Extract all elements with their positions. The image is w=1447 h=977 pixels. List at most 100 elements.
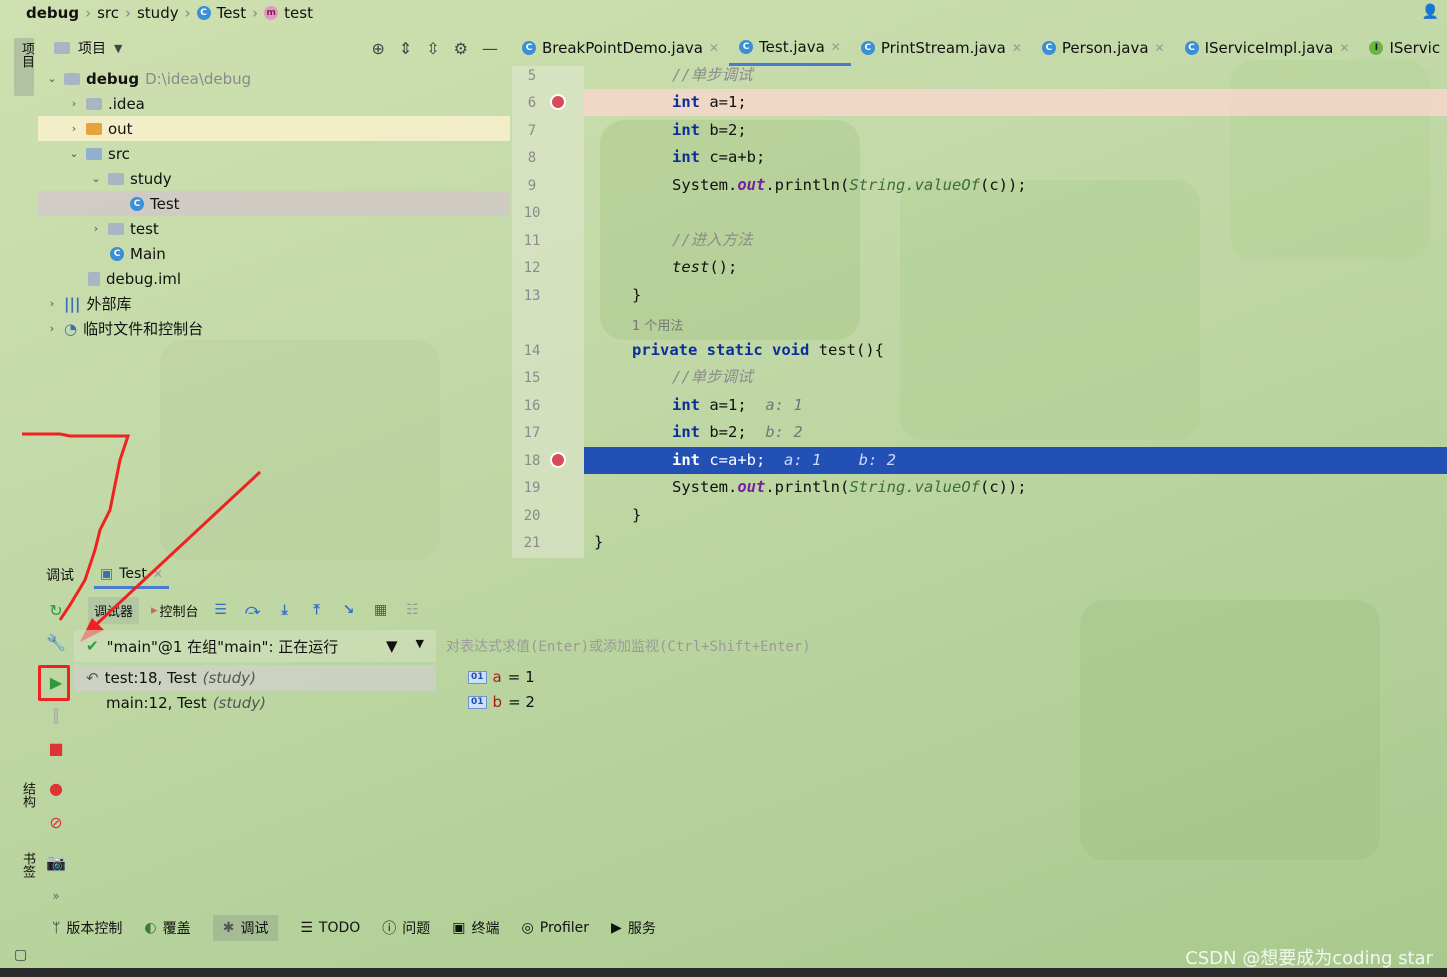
step-out-icon[interactable]: ⤒	[307, 600, 327, 620]
filter-icon[interactable]: ▼	[386, 637, 398, 655]
close-icon[interactable]: ✕	[1339, 41, 1349, 55]
gear-icon[interactable]: ⚙	[454, 39, 468, 58]
chevron-down-icon[interactable]: ▼	[416, 637, 424, 655]
collapse-all-icon[interactable]: ⇳	[426, 39, 439, 58]
breadcrumb-project[interactable]: debug	[26, 4, 79, 22]
primitive-variable-icon: 01	[468, 670, 487, 684]
code-text: .println(	[765, 478, 850, 496]
tree-item-study[interactable]: ⌄ study	[38, 166, 510, 191]
toggle-tool-windows-icon[interactable]: ▢	[14, 947, 27, 963]
code-text: b=2;	[709, 121, 747, 139]
close-icon[interactable]: ✕	[1012, 41, 1022, 55]
tool-version-control[interactable]: ᛘ 版本控制	[52, 918, 122, 938]
hide-icon[interactable]: —	[482, 39, 498, 58]
tab-breakpointdemo[interactable]: C BreakPointDemo.java ✕	[512, 30, 729, 66]
project-view-icon	[54, 42, 70, 54]
tool-profiler[interactable]: ◎ Profiler	[522, 920, 590, 936]
trace-icon[interactable]: ☷	[403, 600, 423, 620]
tree-item-idea[interactable]: › .idea	[38, 91, 510, 116]
line-number: 15	[523, 370, 541, 386]
tree-item-scratches[interactable]: › ◔ 临时文件和控制台	[38, 316, 510, 341]
usage-hint[interactable]: 1 个用法	[632, 315, 683, 334]
evaluate-expression-input[interactable]: 对表达式求值(Enter)或添加监视(Ctrl+Shift+Enter)	[446, 636, 811, 656]
tool-todo[interactable]: ☰ TODO	[300, 920, 360, 936]
tool-label: 版本控制	[66, 921, 123, 937]
tab-iserviceimpl[interactable]: C IServiceImpl.java ✕	[1175, 30, 1360, 66]
frame-return-icon: ↶	[86, 669, 99, 687]
tool-label: 服务	[627, 921, 656, 937]
breadcrumb-src[interactable]: src	[97, 4, 119, 22]
line-number: 8	[527, 150, 537, 166]
tool-debug[interactable]: ✱ 调试	[212, 915, 279, 941]
line-number: 20	[523, 508, 541, 524]
tree-item-external-libs[interactable]: › ||| 外部库	[38, 291, 510, 316]
tool-services[interactable]: ▶ 服务	[611, 918, 656, 938]
package-icon	[108, 172, 124, 185]
chevron-down-icon[interactable]: ▼	[114, 42, 122, 55]
close-icon[interactable]: ✕	[709, 41, 719, 55]
tool-coverage[interactable]: ◐ 覆盖	[144, 918, 190, 938]
evaluate-expression-icon[interactable]: ▦	[371, 600, 391, 620]
run-to-cursor-icon[interactable]: ↘	[339, 600, 359, 620]
locate-icon[interactable]: ⊕	[371, 39, 384, 58]
more-icon[interactable]: »	[46, 886, 66, 906]
tree-root[interactable]: ⌄ debug D:\idea\debug	[38, 66, 510, 91]
chevron-right-icon[interactable]: ›	[46, 322, 58, 335]
chevron-right-icon: ›	[252, 4, 259, 22]
tree-item-out[interactable]: › out	[38, 116, 510, 141]
pause-icon[interactable]: ‖	[46, 704, 66, 724]
tab-label: IServic	[1389, 39, 1441, 57]
chevron-right-icon[interactable]: ›	[46, 297, 58, 310]
tree-item-test-class[interactable]: C Test	[38, 191, 510, 216]
bookmarks-tool-label[interactable]: 书签	[18, 852, 37, 878]
tree-item-label: 临时文件和控制台	[83, 320, 204, 338]
close-icon[interactable]: ✕	[1155, 41, 1165, 55]
chevron-down-icon[interactable]: ⌄	[68, 147, 80, 160]
camera-icon[interactable]: 📷	[46, 852, 66, 872]
tree-item-label: out	[108, 119, 133, 138]
tree-item-main[interactable]: C Main	[38, 241, 510, 266]
variable-row[interactable]: 01 b = 2	[468, 693, 535, 711]
module-folder-icon	[64, 72, 80, 85]
tree-item-debug-iml[interactable]: debug.iml	[38, 266, 510, 291]
view-breakpoints-icon[interactable]: ●	[46, 778, 66, 798]
breakpoint-icon[interactable]	[550, 94, 566, 110]
folder-icon	[86, 122, 102, 135]
tool-problems[interactable]: ⓘ 问题	[382, 918, 430, 938]
mute-breakpoints-icon[interactable]: ⊘	[46, 812, 66, 832]
line-number: 19	[523, 480, 541, 496]
breakpoint-icon[interactable]	[550, 452, 566, 468]
project-panel-title[interactable]: 项目	[78, 38, 106, 58]
variable-row[interactable]: 01 a = 1	[468, 668, 535, 686]
tool-terminal[interactable]: ▣ 终端	[452, 918, 499, 938]
tab-printstream[interactable]: C PrintStream.java ✕	[851, 30, 1032, 66]
project-tool-button[interactable]: 项目	[14, 38, 34, 96]
stop-icon[interactable]: ■	[46, 738, 66, 758]
tree-item-test-package[interactable]: › test	[38, 216, 510, 241]
chevron-right-icon[interactable]: ›	[68, 122, 80, 135]
code-class: String.	[849, 478, 915, 496]
profiler-icon: ◎	[521, 920, 534, 936]
chevron-right-icon[interactable]: ›	[90, 222, 102, 235]
expand-all-icon[interactable]: ⇕	[399, 39, 412, 58]
thread-selector[interactable]: ✔ "main"@1 在组"main": 正在运行 ▼ ▼	[74, 630, 436, 662]
inline-value-hint: b: 2	[858, 451, 896, 469]
breadcrumb-method[interactable]: test	[284, 4, 313, 22]
chevron-right-icon[interactable]: ›	[68, 97, 80, 110]
breadcrumb-class[interactable]: Test	[217, 4, 247, 22]
user-icon[interactable]: 👤	[1422, 4, 1439, 20]
tree-item-src[interactable]: ⌄ src	[38, 141, 510, 166]
code-keyword: int	[672, 148, 700, 166]
terminal-icon: ▣	[452, 920, 466, 936]
chevron-down-icon[interactable]: ⌄	[46, 72, 58, 85]
code-text: b=2;	[709, 423, 747, 441]
chevron-down-icon[interactable]: ⌄	[90, 172, 102, 185]
tab-person[interactable]: C Person.java ✕	[1032, 30, 1175, 66]
tab-test-java[interactable]: C Test.java ✕	[729, 30, 851, 66]
tab-iservice[interactable]: I IServic	[1359, 30, 1447, 66]
stack-frame[interactable]: ↶ test:18, Test (study)	[74, 665, 436, 691]
breadcrumb-study[interactable]: study	[137, 4, 179, 22]
close-icon[interactable]: ✕	[831, 40, 841, 54]
stack-frame[interactable]: main:12, Test (study)	[74, 690, 436, 716]
structure-tool-label[interactable]: 结构	[18, 782, 37, 808]
